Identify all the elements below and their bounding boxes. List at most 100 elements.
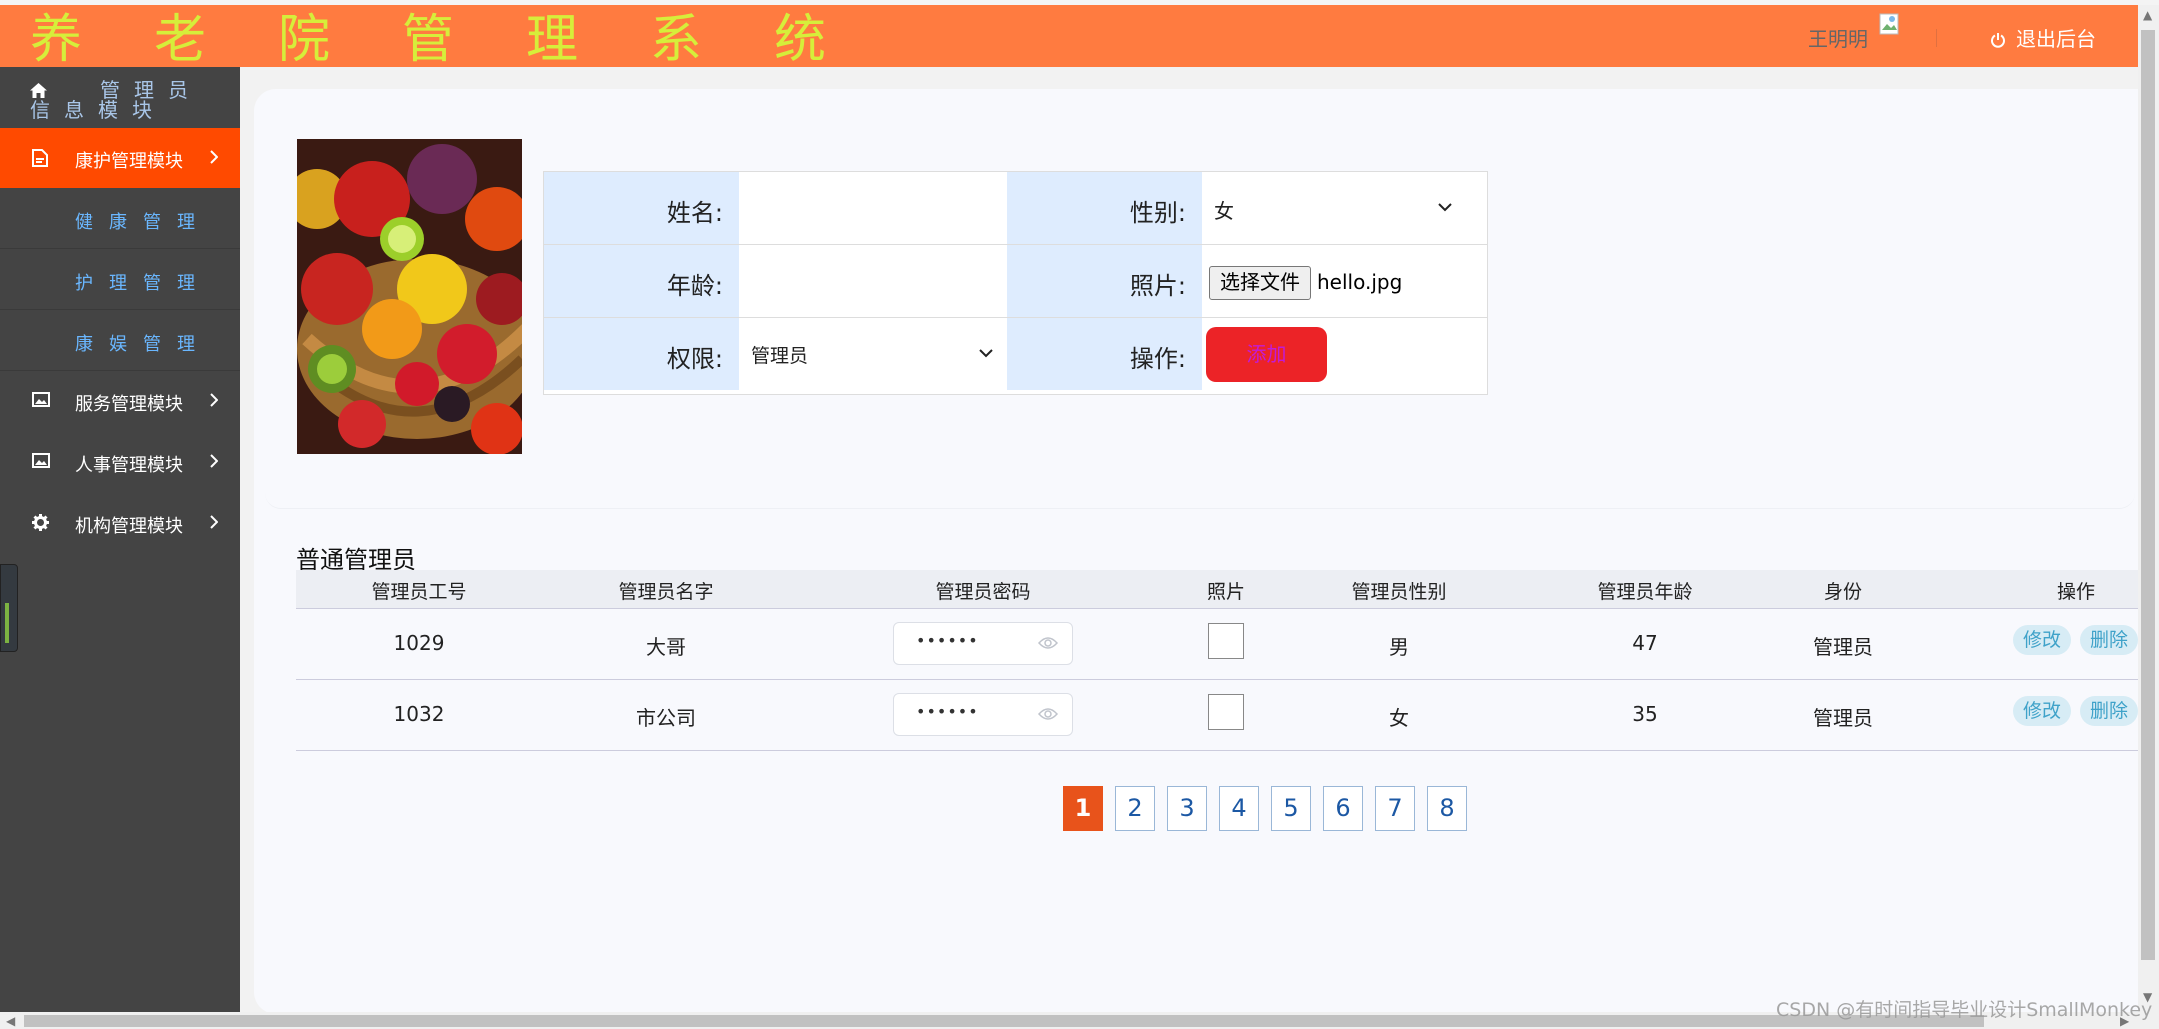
eye-icon[interactable] — [1038, 636, 1058, 650]
header-divider — [1936, 29, 1937, 47]
chevron-right-icon — [210, 515, 218, 529]
power-icon — [1991, 33, 2005, 48]
password-field[interactable]: •••••• — [893, 693, 1073, 736]
sidebar-item-hr[interactable]: 人事管理模块 — [0, 432, 240, 492]
cell-gender: 女 — [1389, 706, 1409, 730]
cell-id: 1029 — [393, 631, 445, 655]
scroll-left-arrow-icon[interactable]: ◀ — [6, 1014, 15, 1028]
add-button[interactable]: 添加 — [1206, 327, 1327, 382]
sidebar-header[interactable]: 管理员 信息模块 — [0, 67, 240, 127]
sidebar-item-kanghu[interactable]: 康护管理模块 — [0, 128, 240, 188]
name-input[interactable] — [739, 172, 1007, 244]
age-label: 年龄: — [666, 272, 723, 300]
column-header: 管理员工号 — [371, 581, 467, 603]
column-header: 管理员性别 — [1351, 581, 1447, 603]
page-button[interactable]: 8 — [1427, 786, 1467, 831]
column-header: 管理员名字 — [618, 581, 714, 603]
sidebar-subitem-label: 健康管理 — [75, 212, 211, 233]
cell-age: 47 — [1632, 631, 1658, 655]
role-select[interactable]: 管理员 — [739, 318, 1007, 390]
sidebar-subitem-health[interactable]: 健康管理 — [0, 188, 240, 249]
page-button[interactable]: 1 — [1063, 786, 1103, 831]
broken-image-icon — [1208, 694, 1244, 730]
sidebar-subitem-label: 护理管理 — [75, 273, 211, 294]
gear-icon — [32, 514, 49, 531]
column-header: 身份 — [1823, 581, 1863, 603]
name-label-cell: 姓名: — [544, 172, 739, 244]
page-button[interactable]: 3 — [1167, 786, 1207, 831]
image-icon — [32, 453, 50, 468]
home-icon — [30, 83, 47, 98]
horizontal-scrollbar-thumb[interactable] — [24, 1015, 1984, 1027]
photo-label-cell: 照片: — [1007, 245, 1202, 317]
vertical-scrollbar-thumb[interactable] — [2141, 30, 2155, 960]
cell-name: 市公司 — [636, 706, 696, 730]
sidebar-header-line1: 管理员 — [100, 78, 202, 102]
photo-label: 照片: — [1129, 272, 1186, 300]
gender-select-value: 女 — [1214, 199, 1234, 223]
user-name: 王明明 — [1808, 27, 1868, 51]
chevron-right-icon — [210, 393, 218, 407]
name-label: 姓名: — [666, 199, 723, 227]
column-header: 管理员年龄 — [1597, 581, 1693, 603]
sidebar: 管理员 信息模块 康护管理模块 健康管理 护理管理 康娱管理 服务管理模块 人事… — [0, 67, 240, 1012]
column-header: 照片 — [1206, 581, 1246, 603]
role-label-cell: 权限: — [544, 318, 739, 390]
cell-id: 1032 — [393, 702, 445, 726]
role-label: 权限: — [666, 345, 723, 373]
sidebar-item-label: 人事管理模块 — [75, 455, 183, 476]
file-name: hello.jpg — [1317, 270, 1403, 294]
avatar-broken-image-icon[interactable] — [1879, 13, 1907, 43]
sidebar-subitem-recreation[interactable]: 康娱管理 — [0, 310, 240, 371]
edit-button[interactable]: 修改 — [2013, 696, 2072, 726]
chevron-down-icon — [1438, 203, 1452, 212]
image-icon — [32, 392, 50, 407]
age-input[interactable] — [739, 245, 1007, 317]
password-field[interactable]: •••••• — [893, 622, 1073, 665]
choose-file-button[interactable]: 选择文件 — [1209, 266, 1311, 300]
gender-select[interactable]: 女 — [1202, 172, 1464, 244]
sidebar-item-label: 服务管理模块 — [75, 394, 183, 415]
cell-name: 大哥 — [646, 635, 686, 659]
password-value: •••••• — [916, 702, 979, 721]
sidebar-item-institution[interactable]: 机构管理模块 — [0, 493, 240, 553]
cell-gender: 男 — [1389, 635, 1409, 659]
sidebar-item-service[interactable]: 服务管理模块 — [0, 371, 240, 431]
edit-button[interactable]: 修改 — [2013, 625, 2072, 655]
cell-age: 35 — [1632, 702, 1658, 726]
password-value: •••••• — [916, 631, 979, 650]
action-label-cell: 操作: — [1007, 318, 1202, 390]
app-header: 养老院管理系统 王明明 退出后台 — [0, 5, 2138, 70]
sidebar-item-label: 机构管理模块 — [75, 516, 183, 537]
eye-icon[interactable] — [1038, 707, 1058, 721]
file-icon — [32, 149, 48, 167]
column-header: 操作 — [2056, 581, 2096, 603]
page-button[interactable]: 5 — [1271, 786, 1311, 831]
logout-button[interactable]: 退出后台 — [1990, 23, 2096, 52]
delete-button[interactable]: 删除 — [2080, 625, 2139, 655]
chevron-right-icon — [210, 454, 218, 468]
column-header: 管理员密码 — [935, 581, 1031, 603]
sidebar-item-label: 康护管理模块 — [75, 151, 183, 172]
table-header: 管理员工号 管理员名字 管理员密码 照片 管理员性别 管理员年龄 身份 操作 — [296, 570, 2139, 609]
sidebar-subitem-nursing[interactable]: 护理管理 — [0, 249, 240, 310]
role-select-value: 管理员 — [751, 345, 809, 367]
chevron-down-icon — [979, 349, 993, 358]
logout-label: 退出后台 — [2016, 27, 2096, 51]
side-drawer-handle[interactable] — [0, 564, 18, 652]
watermark: CSDN @有时间指导毕业设计SmallMonkey — [1776, 999, 2153, 1021]
table-row: 1032 市公司 •••••• 女 35 管理员 修改 删除 — [296, 680, 2139, 751]
delete-button[interactable]: 删除 — [2080, 696, 2139, 726]
gender-label-cell: 性别: — [1007, 172, 1202, 244]
scroll-up-arrow-icon[interactable]: ▲ — [2143, 8, 2152, 22]
page-button[interactable]: 7 — [1375, 786, 1415, 831]
table-row: 1029 大哥 •••••• 男 47 管理员 修改 删除 — [296, 609, 2139, 680]
page-button[interactable]: 6 — [1323, 786, 1363, 831]
page-button[interactable]: 4 — [1219, 786, 1259, 831]
sidebar-header-line2: 信息模块 — [30, 98, 166, 122]
action-label: 操作: — [1129, 345, 1186, 373]
page-button[interactable]: 2 — [1115, 786, 1155, 831]
chevron-right-icon — [210, 150, 218, 164]
cell-role: 管理员 — [1813, 635, 1873, 659]
cell-role: 管理员 — [1813, 706, 1873, 730]
